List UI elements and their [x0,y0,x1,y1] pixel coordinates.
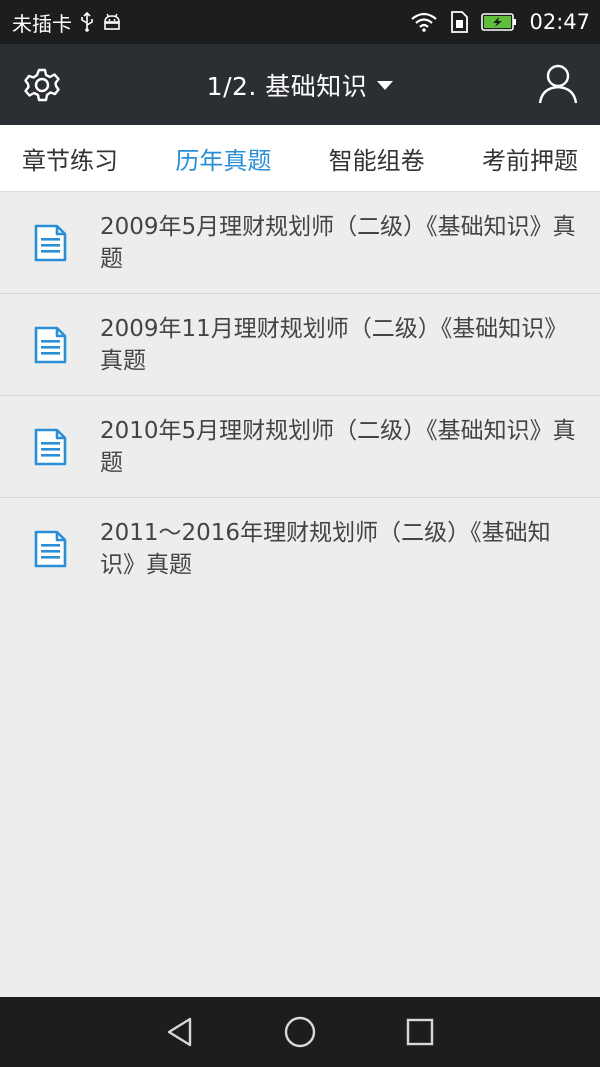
user-button[interactable] [536,61,580,107]
nav-recents-button[interactable] [400,1012,440,1052]
tab-bar: 章节练习 历年真题 智能组卷 考前押题 [0,125,600,192]
list-item[interactable]: 2011～2016年理财规划师（二级）《基础知识》真题 [0,498,600,600]
carrier-text: 未插卡 [12,11,72,36]
app-bar: 1/2. 基础知识 [0,44,600,125]
user-icon [538,64,578,104]
status-right: 02:47 [411,10,590,34]
list-item-title: 2009年5月理财规划师（二级）《基础知识》真题 [100,213,576,272]
sim-icon [449,11,469,33]
document-icon [34,428,67,465]
list-item[interactable]: 2009年11月理财规划师（二级）《基础知识》真题 [0,294,600,396]
list-item[interactable]: 2010年5月理财规划师（二级）《基础知识》真题 [0,396,600,498]
document-icon [34,224,67,261]
home-icon [284,1016,316,1048]
list-item-title: 2011～2016年理财规划师（二级）《基础知识》真题 [100,520,551,578]
caret-down-icon [377,81,394,90]
system-nav-bar [0,997,600,1067]
battery-charging-icon [481,12,517,32]
status-bar: 未插卡 02:47 [0,0,600,44]
back-icon [167,1017,192,1047]
list-item-title: 2010年5月理财规划师（二级）《基础知识》真题 [100,417,576,476]
settings-button[interactable] [20,63,64,107]
android-debug-icon [102,12,122,32]
subject-selector[interactable]: 1/2. 基础知识 [207,67,394,103]
page-title: 1/2. 基础知识 [206,71,368,101]
tab-chapter-practice[interactable]: 章节练习 [22,135,118,182]
recents-icon [406,1018,434,1046]
nav-back-button[interactable] [160,1012,200,1052]
nav-home-button[interactable] [280,1012,320,1052]
gear-icon [24,68,60,102]
document-icon [34,530,67,568]
usb-icon [80,12,94,32]
clock-text: 02:47 [529,10,590,34]
wifi-icon [411,12,438,32]
tab-past-exams[interactable]: 历年真题 [175,135,271,182]
list-item[interactable]: 2009年5月理财规划师（二级）《基础知识》真题 [0,192,600,294]
status-left: 未插卡 [12,8,122,37]
tab-pre-exam[interactable]: 考前押题 [482,135,578,182]
tab-smart-paper[interactable]: 智能组卷 [329,135,425,182]
exam-list: 2009年5月理财规划师（二级）《基础知识》真题 2009年11月理财规划师（二… [0,192,600,600]
document-icon [34,326,67,363]
list-item-title: 2009年11月理财规划师（二级）《基础知识》真题 [100,315,568,374]
